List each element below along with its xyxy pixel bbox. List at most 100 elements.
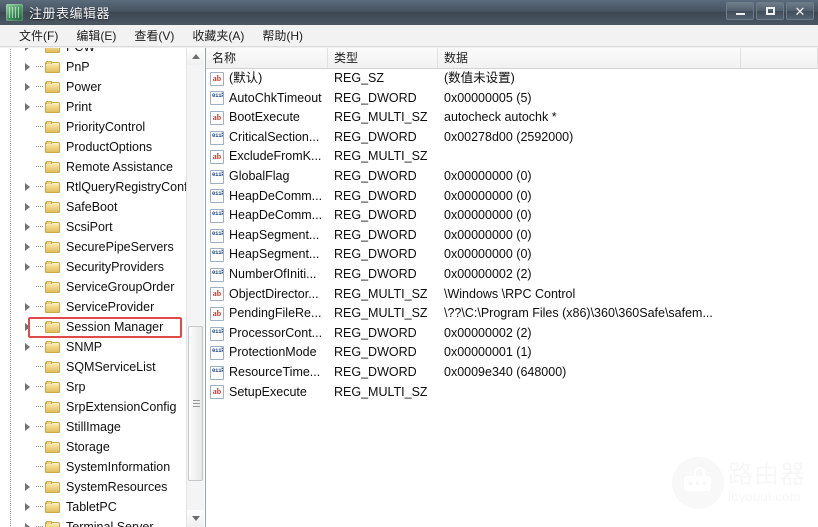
tree-item-servicegrouporder[interactable]: ServiceGroupOrder [0,277,187,297]
folder-icon [45,420,61,434]
tree-item-tabletpc[interactable]: TabletPC [0,497,187,517]
tree-item-sqmservicelist[interactable]: SQMServiceList [0,357,187,377]
table-row[interactable]: SetupExecute REG_MULTI_SZ [206,383,818,403]
tree-item-stillimage[interactable]: StillImage [0,417,187,437]
table-row[interactable]: (默认) REG_SZ (数值未设置) [206,69,818,89]
expand-arrow-icon[interactable] [22,317,36,337]
menu-file[interactable]: 文件(F) [10,25,67,46]
tree-scrollbar-thumb[interactable] [188,326,203,481]
expand-arrow-icon[interactable] [22,257,36,277]
tree-item-storage[interactable]: Storage [0,437,187,457]
tree-item-productoptions[interactable]: ProductOptions [0,137,187,157]
expand-arrow-icon[interactable] [22,217,36,237]
expand-arrow-icon[interactable] [22,417,36,437]
close-button[interactable]: ✕ [786,2,814,20]
tree-connector-line [36,97,45,117]
tree-item-rtlqueryregistryconfig[interactable]: RtlQueryRegistryConfig [0,177,197,197]
maximize-button[interactable] [756,2,784,20]
expand-arrow-icon[interactable] [22,497,36,517]
tree-item-securepipeservers[interactable]: SecurePipeServers [0,237,187,257]
table-row[interactable]: ObjectDirector... REG_MULTI_SZ \Windows \R… [206,285,818,305]
window-title: 注册表编辑器 [29,6,111,21]
tree-item-session-manager[interactable]: Session Manager [0,317,187,337]
table-row[interactable]: HeapSegment... REG_DWORD 0x00000000 (0) [206,245,818,265]
tree-item-systemresources[interactable]: SystemResources [0,477,187,497]
column-header-name[interactable]: 名称 [206,48,328,68]
expand-arrow-icon[interactable] [22,77,36,97]
folder-icon [45,80,61,94]
expand-arrow-icon[interactable] [22,177,36,197]
expand-arrow-icon[interactable] [22,337,36,357]
value-type-cell: REG_SZ [334,71,385,85]
folder-icon [45,60,61,74]
string-value-icon [210,150,224,165]
table-row[interactable]: BootExecute REG_MULTI_SZ autocheck autochk… [206,108,818,128]
table-row[interactable]: ProcessorCont... REG_DWORD 0x00000002 (2) [206,324,818,344]
menu-favorites[interactable]: 收藏夹(A) [183,25,253,46]
table-row[interactable]: HeapSegment... REG_DWORD 0x00000000 (0) [206,226,818,246]
value-data-cell: \Windows \RPC Control [444,286,576,301]
menu-edit[interactable]: 编辑(E) [67,25,125,46]
tree-connector-line [36,217,45,237]
tree-item-pcw[interactable]: PCW [0,48,187,57]
string-value-icon [210,71,224,86]
expand-arrow-icon[interactable] [22,517,36,527]
table-row[interactable]: HeapDeComm... REG_DWORD 0x00000000 (0) [206,187,818,207]
tree-connector-line [36,497,45,517]
tree-item-terminal-server[interactable]: Terminal Server [0,517,187,527]
tree-item-remote-assistance[interactable]: Remote Assistance [0,157,187,177]
tree-item-srpextensionconfig[interactable]: SrpExtensionConfig [0,397,187,417]
expand-arrow-icon[interactable] [22,48,36,57]
tree-item-securityproviders[interactable]: SecurityProviders [0,257,187,277]
value-type-cell: REG_DWORD [334,247,417,262]
tree-item-prioritycontrol[interactable]: PriorityControl [0,117,187,137]
table-row[interactable]: ExcludeFromK... REG_MULTI_SZ [206,147,818,167]
tree-item-serviceprovider[interactable]: ServiceProvider [0,297,187,317]
dword-value-icon [210,248,224,263]
value-type-cell: REG_DWORD [334,208,417,223]
tree-item-print[interactable]: Print [0,97,187,117]
value-name-label: HeapDeComm... [229,208,323,223]
tree-connector-line [36,137,45,157]
tree-item-scsiport[interactable]: ScsiPort [0,217,187,237]
tree-connector-line [36,517,45,527]
table-row[interactable]: ResourceTime... REG_DWORD 0x0009e340 (6480… [206,363,818,383]
value-name-label: NumberOfIniti... [229,266,317,281]
tree-item-pnp[interactable]: PnP [0,57,187,77]
table-row[interactable]: AutoChkTimeout REG_DWORD 0x00000005 (5) [206,89,818,109]
tree-item-safeboot[interactable]: SafeBoot [0,197,187,217]
expand-arrow-icon[interactable] [22,97,36,117]
menu-help[interactable]: 帮助(H) [253,25,312,46]
expand-arrow-icon[interactable] [22,57,36,77]
tree-item-systeminformation[interactable]: SystemInformation [0,457,187,477]
tree-expander-empty [22,397,36,417]
expand-arrow-icon[interactable] [22,477,36,497]
table-row[interactable]: GlobalFlag REG_DWORD 0x00000000 (0) [206,167,818,187]
column-header-type[interactable]: 类型 [328,48,438,68]
scroll-down-button[interactable] [187,510,204,527]
expand-arrow-icon[interactable] [22,197,36,217]
table-row[interactable]: PendingFileRe... REG_MULTI_SZ \??\C:\Progr… [206,304,818,324]
table-row[interactable]: HeapDeComm... REG_DWORD 0x00000000 (0) [206,206,818,226]
scroll-up-button[interactable] [187,48,204,65]
value-data-cell: 0x00000000 (0) [444,208,532,223]
tree-item-srp[interactable]: Srp [0,377,187,397]
table-row[interactable]: NumberOfIniti... REG_DWORD 0x00000002 (2) [206,265,818,285]
tree-vertical-scrollbar[interactable] [186,48,204,527]
table-row[interactable]: ProtectionMode REG_DWORD 0x00000001 (1) [206,343,818,363]
folder-icon [45,480,61,494]
menu-view[interactable]: 查看(V) [125,25,183,46]
tree-item-power[interactable]: Power [0,77,187,97]
tree-indent-guide [0,48,22,57]
table-row[interactable]: CriticalSection... REG_DWORD 0x00278d00 (2… [206,128,818,148]
tree-item-label: ScsiPort [66,220,113,234]
minimize-button[interactable] [726,2,754,20]
dword-value-icon [210,267,224,282]
expand-arrow-icon[interactable] [22,297,36,317]
value-name-label: PendingFileRe... [229,306,322,321]
expand-arrow-icon[interactable] [22,237,36,257]
tree-item-snmp[interactable]: SNMP [0,337,187,357]
column-header-data[interactable]: 数据 [438,48,741,68]
expand-arrow-icon[interactable] [22,377,36,397]
tree-item-label: SecurePipeServers [66,240,174,254]
